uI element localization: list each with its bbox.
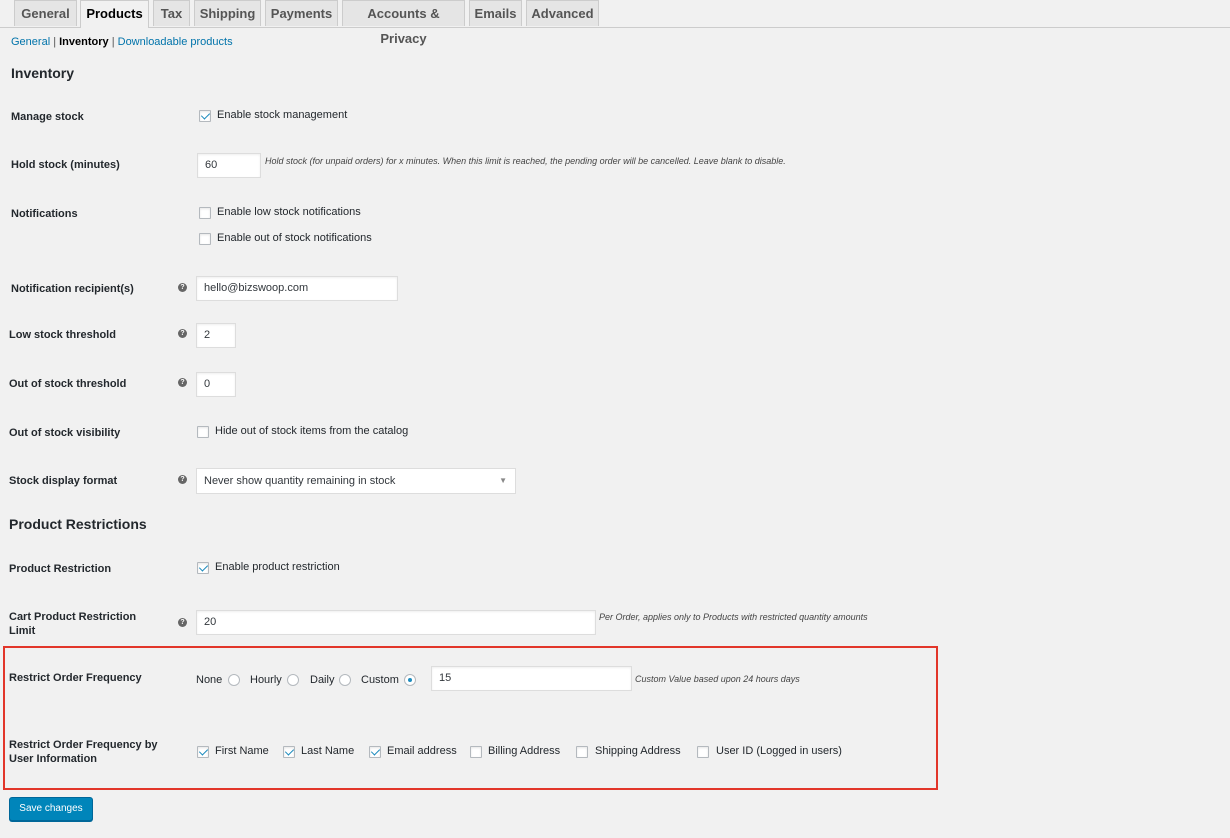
hold-stock-description: Hold stock (for unpaid orders) for x min… xyxy=(265,156,786,166)
frequency-none-radio[interactable] xyxy=(228,674,240,686)
custom-frequency-input[interactable]: 15 xyxy=(431,666,632,691)
out-of-stock-threshold-label: Out of stock threshold xyxy=(9,378,127,390)
cart-restriction-limit-label: Cart Product Restriction Limit xyxy=(9,610,136,638)
email-address-label: Email address xyxy=(387,745,457,757)
frequency-option-none-label: None xyxy=(196,674,223,686)
frequency-custom-radio[interactable] xyxy=(404,674,416,686)
manage-stock-checkbox-label: Enable stock management xyxy=(217,109,348,121)
help-icon[interactable]: ? xyxy=(178,329,187,338)
frequency-hourly-radio[interactable] xyxy=(287,674,299,686)
low-stock-notifications-label: Enable low stock notifications xyxy=(217,206,361,218)
manage-stock-checkbox[interactable] xyxy=(199,110,211,122)
shipping-address-label: Shipping Address xyxy=(595,745,681,757)
notifications-label: Notifications xyxy=(11,208,78,220)
tab-shipping[interactable]: Shipping xyxy=(194,0,261,26)
restrict-by-user-info-label-line1: Restrict Order Frequency by xyxy=(9,739,158,751)
email-address-checkbox[interactable] xyxy=(369,746,381,758)
product-restriction-checkbox[interactable] xyxy=(197,562,209,574)
restrict-order-frequency-label: Restrict Order Frequency xyxy=(9,672,142,684)
low-stock-notifications-checkbox[interactable] xyxy=(199,207,211,219)
first-name-label: First Name xyxy=(215,745,269,757)
last-name-checkbox[interactable] xyxy=(283,746,295,758)
manage-stock-label: Manage stock xyxy=(11,111,84,123)
help-icon[interactable]: ? xyxy=(178,618,187,627)
settings-tabs: General Products Tax Shipping Payments A… xyxy=(0,0,1230,46)
help-icon[interactable]: ? xyxy=(178,283,187,292)
notification-recipient-label: Notification recipient(s) xyxy=(11,283,134,295)
out-of-stock-notifications-label: Enable out of stock notifications xyxy=(217,232,372,244)
out-of-stock-threshold-input[interactable]: 0 xyxy=(196,372,236,397)
cart-restriction-limit-description: Per Order, applies only to Products with… xyxy=(599,612,868,622)
last-name-label: Last Name xyxy=(301,745,355,757)
subnav-downloadable-link[interactable]: Downloadable products xyxy=(118,36,233,48)
hide-out-of-stock-checkbox[interactable] xyxy=(197,426,209,438)
billing-address-checkbox[interactable] xyxy=(470,746,482,758)
subnav-inventory-current: Inventory xyxy=(59,36,109,48)
help-icon[interactable]: ? xyxy=(178,378,187,387)
restrict-by-user-info-label-line2: User Information xyxy=(9,753,98,765)
stock-display-format-label: Stock display format xyxy=(9,475,118,487)
sub-navigation: General | Inventory | Downloadable produ… xyxy=(11,36,233,48)
chevron-down-icon: ▼ xyxy=(499,476,507,485)
billing-address-label: Billing Address xyxy=(488,745,561,757)
save-changes-button[interactable]: Save changes xyxy=(9,797,93,821)
tab-tax[interactable]: Tax xyxy=(153,0,190,26)
cart-restriction-limit-input[interactable]: 20 xyxy=(196,610,596,635)
tab-general[interactable]: General xyxy=(14,0,77,26)
product-restrictions-heading: Product Restrictions xyxy=(9,516,147,532)
custom-frequency-description: Custom Value based upon 24 hours days xyxy=(635,674,800,684)
tab-products[interactable]: Products xyxy=(80,0,149,28)
help-icon[interactable]: ? xyxy=(178,475,187,484)
hold-stock-label: Hold stock (minutes) xyxy=(11,159,120,171)
out-of-stock-notifications-checkbox[interactable] xyxy=(199,233,211,245)
notification-recipient-input[interactable]: hello@bizswoop.com xyxy=(196,276,398,301)
product-restriction-checkbox-label: Enable product restriction xyxy=(215,561,340,573)
tab-advanced[interactable]: Advanced xyxy=(526,0,599,26)
frequency-option-daily-label: Daily xyxy=(310,674,335,686)
cart-restriction-limit-label-line2: Limit xyxy=(9,625,36,637)
tab-payments[interactable]: Payments xyxy=(265,0,338,26)
restrict-by-user-info-label: Restrict Order Frequency by User Informa… xyxy=(9,738,158,766)
subnav-separator: | xyxy=(111,36,115,48)
stock-display-format-select[interactable]: Never show quantity remaining in stock ▼ xyxy=(196,468,516,494)
low-stock-threshold-label: Low stock threshold xyxy=(9,329,116,341)
subnav-separator: | xyxy=(53,36,57,48)
low-stock-threshold-input[interactable]: 2 xyxy=(196,323,236,348)
tab-emails[interactable]: Emails xyxy=(469,0,522,26)
cart-restriction-limit-label-line1: Cart Product Restriction xyxy=(9,611,137,623)
first-name-checkbox[interactable] xyxy=(197,746,209,758)
product-restriction-label: Product Restriction xyxy=(9,563,112,575)
shipping-address-checkbox[interactable] xyxy=(576,746,588,758)
inventory-heading: Inventory xyxy=(11,65,75,81)
stock-display-format-value: Never show quantity remaining in stock xyxy=(204,475,396,487)
tab-accounts-privacy[interactable]: Accounts & Privacy xyxy=(342,0,465,46)
frequency-daily-radio[interactable] xyxy=(339,674,351,686)
out-of-stock-visibility-label: Out of stock visibility xyxy=(9,427,121,439)
subnav-general-link[interactable]: General xyxy=(11,36,50,48)
hold-stock-input[interactable]: 60 xyxy=(197,153,261,178)
hide-out-of-stock-label: Hide out of stock items from the catalog xyxy=(215,425,409,437)
user-id-label: User ID (Logged in users) xyxy=(716,745,842,757)
frequency-option-hourly-label: Hourly xyxy=(250,674,282,686)
user-id-checkbox[interactable] xyxy=(697,746,709,758)
frequency-option-custom-label: Custom xyxy=(361,674,399,686)
